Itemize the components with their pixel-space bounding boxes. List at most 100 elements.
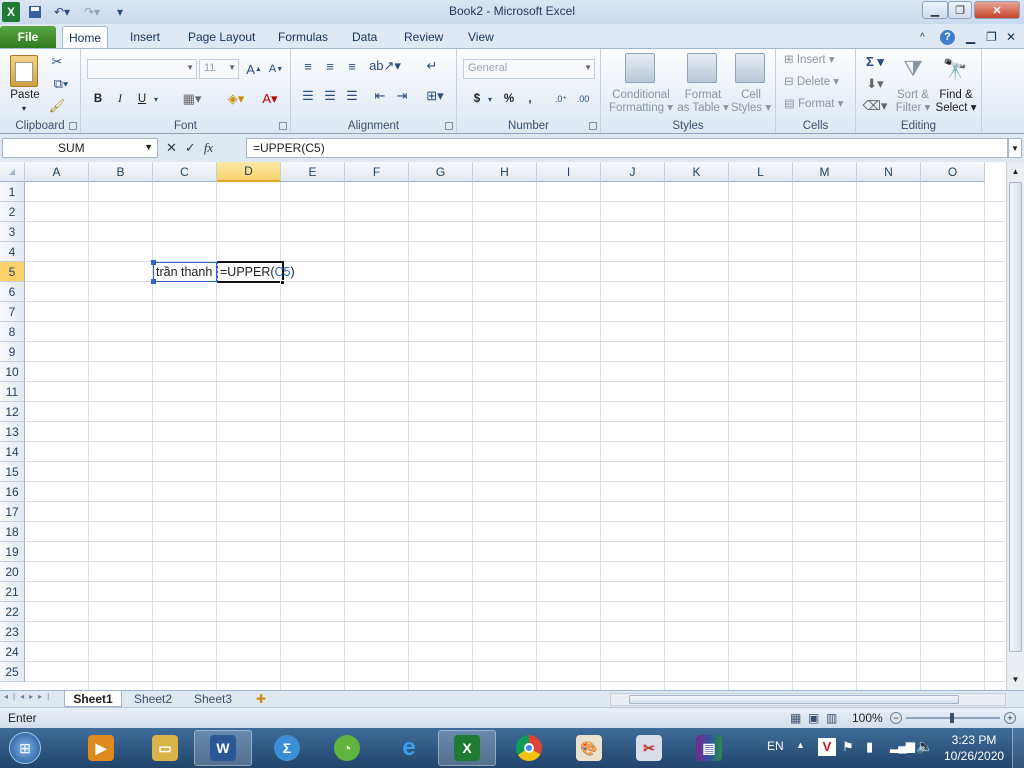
taskbar-media-player[interactable]: ▶	[72, 730, 130, 766]
row-header-9[interactable]: 9	[0, 342, 25, 362]
maximize-button[interactable]: ❐	[948, 1, 972, 19]
row-header-24[interactable]: 24	[0, 642, 25, 662]
grow-font-icon[interactable]: A ▲	[245, 59, 263, 79]
insert-function-button[interactable]: fx	[204, 140, 213, 156]
align-top-icon[interactable]: ≡	[299, 57, 317, 75]
cancel-icon[interactable]: ✕	[166, 140, 177, 156]
tab-review[interactable]: Review	[398, 26, 449, 48]
tab-page-layout[interactable]: Page Layout	[182, 26, 261, 48]
cell-c5[interactable]: trần thanh	[153, 262, 217, 282]
tab-insert[interactable]: Insert	[124, 26, 166, 48]
view-normal-icon[interactable]: ▦	[790, 711, 801, 725]
zoom-level[interactable]: 100%	[852, 711, 883, 725]
scroll-up-icon[interactable]: ▲	[1007, 162, 1024, 180]
fill-icon[interactable]: ⬇▾	[862, 75, 888, 93]
percent-button[interactable]: %	[499, 89, 519, 109]
column-header-j[interactable]: J	[601, 162, 665, 182]
tab-sheet3[interactable]: Sheet3	[184, 691, 242, 707]
cell-styles-icon[interactable]	[735, 53, 765, 83]
increase-indent-icon[interactable]: ⇥	[393, 87, 411, 105]
workbook-close-button[interactable]: ✕	[1000, 26, 1022, 48]
font-launcher-icon[interactable]	[279, 122, 287, 130]
format-as-table-icon[interactable]	[687, 53, 717, 83]
row-header-12[interactable]: 12	[0, 402, 25, 422]
zoom-out-icon[interactable]: −	[890, 712, 902, 724]
font-name-combo[interactable]: ▼	[87, 59, 197, 79]
row-header-5[interactable]: 5	[0, 262, 25, 282]
underline-dropdown-icon[interactable]: ▾	[151, 89, 161, 109]
merge-center-icon[interactable]: ⊞▾	[421, 87, 449, 105]
align-bottom-icon[interactable]: ≡	[343, 57, 361, 75]
vertical-scrollbar[interactable]: ▲ ▼	[1006, 162, 1024, 690]
font-size-combo[interactable]: 11 ▼	[199, 59, 239, 79]
column-header-l[interactable]: L	[729, 162, 793, 182]
unikey-icon[interactable]: V	[818, 738, 836, 756]
column-header-o[interactable]: O	[921, 162, 985, 182]
row-header-6[interactable]: 6	[0, 282, 25, 302]
format-cells-button[interactable]: ▤ Format ▾	[784, 98, 852, 111]
align-left-icon[interactable]: ☰	[299, 87, 317, 105]
battery-icon[interactable]: ▮	[866, 739, 873, 755]
vertical-scroll-thumb[interactable]	[1009, 182, 1022, 652]
tab-formulas[interactable]: Formulas	[272, 26, 334, 48]
taskbar-chrome[interactable]	[500, 730, 558, 766]
column-header-k[interactable]: K	[665, 162, 729, 182]
row-header-18[interactable]: 18	[0, 522, 25, 542]
row-header-7[interactable]: 7	[0, 302, 25, 322]
expand-formula-bar-icon[interactable]: ▼	[1008, 138, 1022, 158]
number-launcher-icon[interactable]	[589, 122, 597, 130]
comma-button[interactable]: ,	[523, 89, 537, 109]
taskbar-math[interactable]: Σ	[258, 730, 316, 766]
minimize-button[interactable]: ▁	[922, 1, 948, 19]
clear-icon[interactable]: ⌫▾	[862, 97, 888, 115]
row-header-20[interactable]: 20	[0, 562, 25, 582]
tab-file[interactable]: File	[0, 26, 56, 48]
zoom-slider-thumb[interactable]	[950, 713, 954, 723]
ribbon-minimize-icon[interactable]: ^	[914, 26, 931, 48]
insert-sheet-icon[interactable]: ✚	[246, 691, 276, 707]
tab-view[interactable]: View	[462, 26, 500, 48]
row-header-2[interactable]: 2	[0, 202, 25, 222]
close-button[interactable]: ✕	[974, 1, 1020, 19]
taskbar-excel[interactable]: X	[438, 730, 496, 766]
increase-decimal-icon[interactable]: .0⁺	[551, 89, 571, 109]
wrap-text-icon[interactable]: ↵	[421, 57, 443, 75]
font-color-icon[interactable]: A▾	[255, 89, 285, 109]
insert-cells-button[interactable]: ⊞ Insert ▾	[784, 54, 852, 67]
row-header-25[interactable]: 25	[0, 662, 25, 682]
tab-data[interactable]: Data	[346, 26, 383, 48]
row-header-14[interactable]: 14	[0, 442, 25, 462]
tab-home[interactable]: Home	[62, 26, 109, 49]
show-desktop-button[interactable]	[1012, 728, 1024, 768]
clipboard-launcher-icon[interactable]	[69, 122, 77, 130]
row-header-15[interactable]: 15	[0, 462, 25, 482]
action-center-icon[interactable]: ⚑	[842, 739, 854, 755]
paste-icon[interactable]	[10, 55, 38, 87]
sort-filter-button[interactable]: Sort & Filter ▾	[892, 89, 934, 115]
column-header-a[interactable]: A	[25, 162, 89, 182]
copy-icon[interactable]: ⧉▾	[48, 75, 74, 93]
formula-input[interactable]: =UPPER(C5)	[246, 138, 1008, 158]
underline-button[interactable]: U	[133, 89, 151, 109]
number-format-combo[interactable]: General ▼	[463, 59, 595, 79]
taskbar-internet-explorer[interactable]: e	[380, 730, 438, 766]
format-painter-icon[interactable]: 🖌	[48, 97, 66, 115]
autosum-icon[interactable]: Σ ▾	[862, 53, 888, 71]
decrease-decimal-icon[interactable]: .00	[573, 89, 593, 109]
enter-icon[interactable]: ✓	[185, 140, 196, 156]
cut-icon[interactable]: ✂	[48, 53, 66, 71]
row-header-19[interactable]: 19	[0, 542, 25, 562]
view-page-break-icon[interactable]: ▥	[826, 711, 837, 725]
fill-color-icon[interactable]: ◈▾	[221, 89, 251, 109]
tab-sheet1[interactable]: Sheet1	[64, 691, 122, 707]
currency-dropdown-icon[interactable]: ▾	[485, 89, 495, 109]
align-center-icon[interactable]: ☰	[321, 87, 339, 105]
taskbar-snipping-tool[interactable]: ✂	[620, 730, 678, 766]
cell-d5[interactable]: =UPPER(C5)	[217, 261, 295, 283]
language-indicator[interactable]: EN	[767, 739, 784, 753]
worksheet-grid[interactable]: ◢ ABCDEFGHIJKLMNO 1 2 3 4 5 6 7 8 9 10 11 12 13 14 15 1…	[0, 162, 1024, 690]
row-header-8[interactable]: 8	[0, 322, 25, 342]
alignment-launcher-icon[interactable]	[445, 122, 453, 130]
workbook-minimize-button[interactable]: ▁	[960, 26, 981, 48]
borders-icon[interactable]: ▦▾	[177, 89, 207, 109]
